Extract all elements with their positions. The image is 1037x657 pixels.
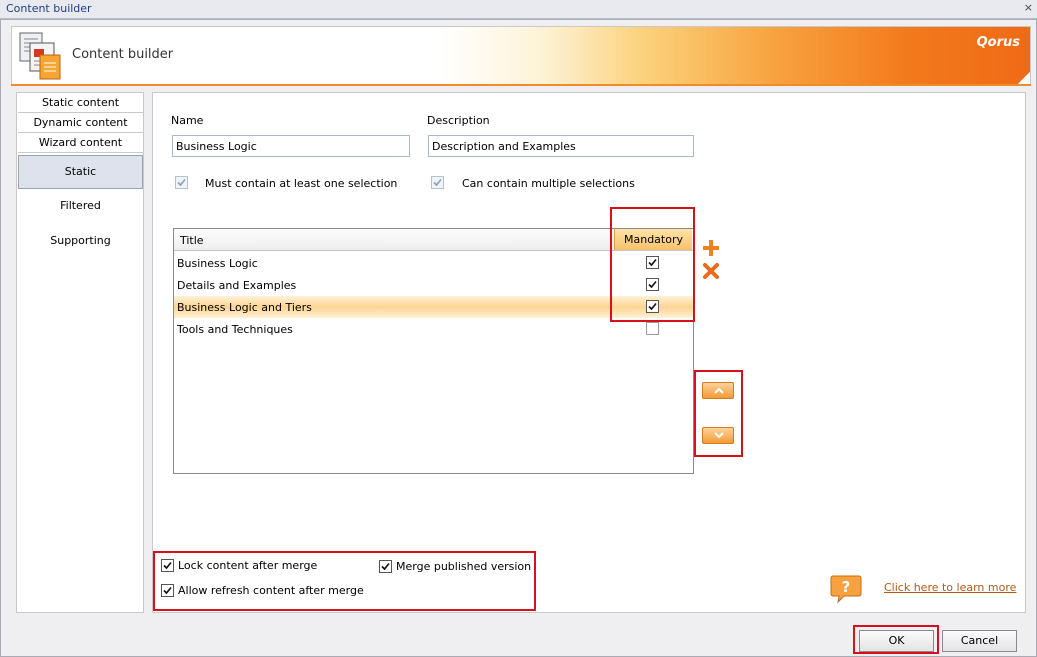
header-title: Content builder xyxy=(72,47,174,62)
grid-header: Title Mandatory xyxy=(174,229,693,251)
mandatory-checkbox[interactable] xyxy=(646,278,659,291)
main-panel: Name Description Must contain at least o… xyxy=(152,92,1026,613)
mandatory-checkbox[interactable] xyxy=(646,256,659,269)
learn-more-link[interactable]: Click here to learn more xyxy=(884,581,1016,594)
window-title: Content builder xyxy=(6,2,92,15)
mandatory-checkbox[interactable] xyxy=(646,322,659,335)
row-title: Details and Examples xyxy=(177,279,297,292)
svg-text:?: ? xyxy=(842,578,851,596)
chevron-up-icon xyxy=(714,387,724,394)
ok-button[interactable]: OK xyxy=(859,630,934,652)
row-title: Tools and Techniques xyxy=(177,323,293,336)
multiple-selections-checkbox[interactable] xyxy=(431,176,444,189)
table-row[interactable]: Details and Examples xyxy=(174,274,693,296)
table-row-selected[interactable]: Business Logic and Tiers xyxy=(174,296,693,318)
merge-published-label: Merge published version xyxy=(396,560,532,573)
sidebar-item-supporting[interactable]: Supporting xyxy=(18,234,143,247)
name-field[interactable] xyxy=(172,135,410,157)
corner-fold xyxy=(1018,72,1030,84)
content-grid: Title Mandatory Business Logic Details a… xyxy=(173,228,694,474)
cancel-button[interactable]: Cancel xyxy=(942,630,1017,652)
tab-wizard-content[interactable]: Wizard content xyxy=(18,134,143,153)
tab-dynamic-content[interactable]: Dynamic content xyxy=(18,114,143,133)
sidebar: Static content Dynamic content Wizard co… xyxy=(16,92,144,613)
must-contain-label: Must contain at least one selection xyxy=(205,177,398,190)
move-up-button[interactable] xyxy=(702,382,734,399)
brand-logo: Qorus xyxy=(976,35,1020,50)
mandatory-checkbox[interactable] xyxy=(646,300,659,313)
window-title-bar: Content builder × xyxy=(0,0,1037,19)
sidebar-item-filtered[interactable]: Filtered xyxy=(18,199,143,212)
lock-content-checkbox[interactable] xyxy=(161,559,174,572)
question-bubble-icon[interactable]: ? xyxy=(830,574,862,604)
lock-content-label: Lock content after merge xyxy=(178,559,318,572)
move-down-button[interactable] xyxy=(702,427,734,444)
column-title-header[interactable]: Title xyxy=(180,234,204,247)
description-label: Description xyxy=(427,114,490,127)
dialog-header: Content builder Qorus xyxy=(11,26,1031,85)
add-icon[interactable] xyxy=(702,239,720,257)
header-divider xyxy=(11,84,1031,86)
row-title: Business Logic xyxy=(177,257,258,270)
allow-refresh-label: Allow refresh content after merge xyxy=(178,584,364,597)
close-icon[interactable]: × xyxy=(1024,1,1033,14)
tab-static-content[interactable]: Static content xyxy=(18,94,143,113)
multiple-selections-label: Can contain multiple selections xyxy=(462,177,635,190)
content-builder-dialog: Content builder Qorus Static content Dyn… xyxy=(0,19,1037,657)
table-row[interactable]: Tools and Techniques xyxy=(174,318,693,340)
allow-refresh-checkbox[interactable] xyxy=(161,584,174,597)
remove-icon[interactable] xyxy=(702,262,720,280)
description-field[interactable] xyxy=(428,135,694,157)
must-contain-checkbox[interactable] xyxy=(175,176,188,189)
documents-icon xyxy=(19,32,61,80)
chevron-down-icon xyxy=(714,432,724,439)
row-title: Business Logic and Tiers xyxy=(177,301,312,314)
name-label: Name xyxy=(171,114,204,127)
column-mandatory-header[interactable]: Mandatory xyxy=(614,229,692,250)
merge-published-checkbox[interactable] xyxy=(379,560,392,573)
sidebar-item-static[interactable]: Static xyxy=(18,155,143,189)
table-row[interactable]: Business Logic xyxy=(174,252,693,274)
